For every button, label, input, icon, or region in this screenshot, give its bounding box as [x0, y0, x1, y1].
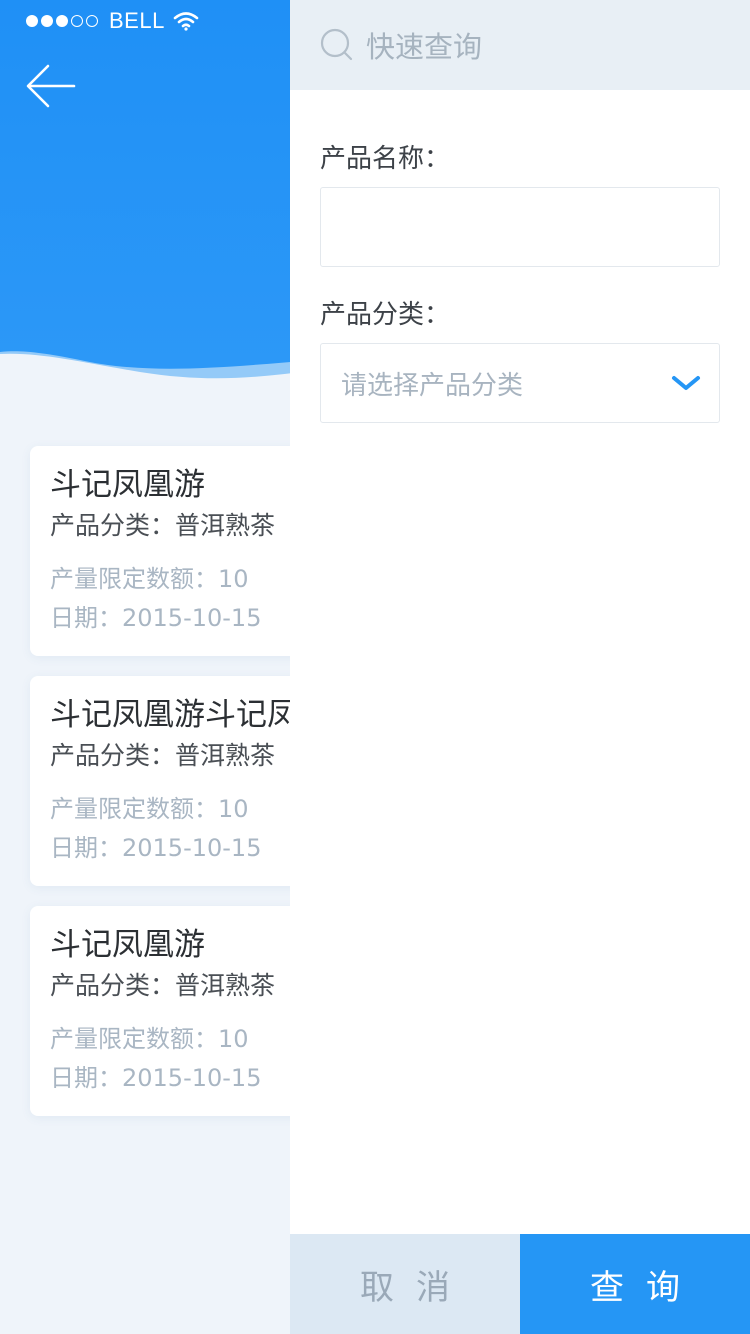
- status-bar: BELL: [26, 6, 199, 36]
- category-value: 普洱熟茶: [175, 741, 276, 770]
- signal-strength-icon: [26, 15, 101, 27]
- category-label: 产品分类：: [50, 741, 176, 770]
- category-select-placeholder: 请选择产品分类: [341, 370, 524, 401]
- wifi-icon: [173, 12, 199, 31]
- drawer-actions: 取消 查询: [290, 1234, 750, 1334]
- category-value: 普洱熟茶: [175, 511, 276, 540]
- product-category-label: 产品分类：: [320, 300, 451, 330]
- search-icon: [320, 28, 353, 61]
- back-button[interactable]: [22, 58, 78, 114]
- arrow-left-icon: [26, 64, 76, 108]
- cancel-button[interactable]: 取消: [290, 1234, 520, 1334]
- product-category-select[interactable]: 请选择产品分类: [320, 343, 720, 423]
- drawer-header: 快速查询: [290, 0, 750, 90]
- drawer-title: 快速查询: [366, 30, 483, 64]
- category-label: 产品分类：: [50, 511, 176, 540]
- chevron-down-icon: [672, 376, 700, 390]
- carrier-name: BELL: [109, 8, 165, 33]
- product-name-input[interactable]: [321, 188, 719, 266]
- category-label: 产品分类：: [50, 971, 176, 1000]
- cancel-button-label: 取消: [360, 1267, 472, 1308]
- search-button[interactable]: 查询: [520, 1234, 750, 1334]
- quick-search-drawer: 快速查询 产品名称： 产品分类： 请选择产品分类 取消 查询: [290, 0, 750, 1334]
- product-name-field[interactable]: [320, 187, 720, 267]
- category-value: 普洱熟茶: [175, 971, 276, 1000]
- search-button-label: 查询: [590, 1267, 702, 1308]
- product-name-label: 产品名称：: [320, 144, 451, 174]
